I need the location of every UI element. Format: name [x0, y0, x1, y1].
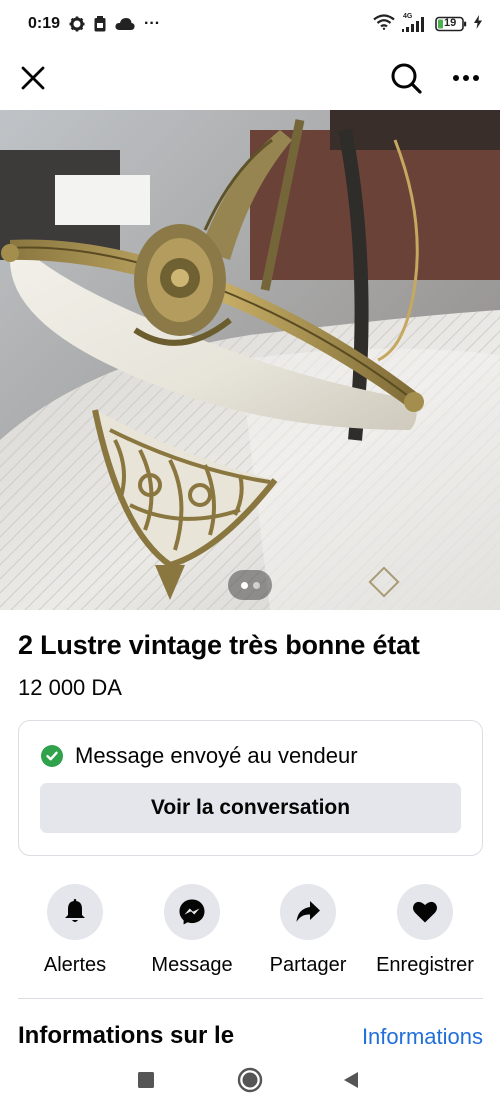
close-icon — [21, 66, 45, 90]
more-icon — [453, 75, 479, 81]
divider — [18, 998, 483, 999]
photo-pager[interactable] — [228, 570, 272, 600]
pager-dot-active — [240, 581, 248, 589]
sim-icon — [94, 16, 106, 32]
alerts-label: Alertes — [43, 954, 107, 976]
save-label: Enregistrer — [376, 954, 474, 976]
status-bar: 0:19 ··· 4G 19 — [0, 0, 500, 48]
battery-icon: 19 — [435, 16, 467, 32]
listing-photo[interactable] — [0, 110, 500, 610]
home-icon — [237, 1067, 263, 1093]
gear-icon — [69, 16, 85, 32]
back-button[interactable] — [336, 1065, 366, 1095]
system-navigation-bar — [0, 1047, 500, 1111]
heart-icon — [412, 901, 438, 923]
share-label: Partager — [269, 954, 347, 976]
wifi-icon — [373, 13, 395, 35]
share-button[interactable]: Partager — [248, 884, 368, 977]
message-status: Message envoyé au vendeur — [41, 743, 358, 769]
listing-price: 12 000 DA — [18, 675, 122, 700]
recent-apps-button[interactable] — [131, 1065, 161, 1095]
cloud-icon — [115, 17, 135, 31]
chandelier-photo — [0, 110, 500, 610]
listing-title: 2 Lustre vintage très bonne état — [18, 630, 420, 660]
message-status-text: Message envoyé au vendeur — [75, 743, 358, 768]
messenger-icon — [179, 899, 205, 925]
section-title: Informations sur le — [18, 1022, 235, 1047]
alerts-button[interactable]: Alertes — [15, 884, 135, 977]
message-button[interactable]: Message — [132, 884, 252, 977]
section-info-link[interactable]: Informations — [362, 1024, 483, 1047]
message-sent-card: Message envoyé au vendeur Voir la conver… — [18, 720, 483, 856]
search-icon — [391, 63, 422, 94]
top-action-bar — [0, 48, 500, 108]
check-circle-icon — [41, 745, 63, 767]
more-button[interactable] — [446, 58, 486, 98]
details-section-header: Informations sur le Informations — [0, 1010, 500, 1047]
signal-icon: 4G — [402, 13, 428, 33]
status-time: 0:19 — [28, 15, 61, 32]
share-icon — [296, 901, 320, 922]
recent-apps-icon — [138, 1072, 154, 1088]
back-icon — [344, 1072, 358, 1088]
search-button[interactable] — [386, 58, 426, 98]
bell-icon — [65, 899, 85, 922]
save-button[interactable]: Enregistrer — [365, 884, 485, 977]
home-button[interactable] — [235, 1065, 265, 1095]
status-more-dots: ··· — [144, 15, 161, 32]
view-conversation-button[interactable]: Voir la conversation — [40, 783, 461, 833]
charging-icon — [474, 14, 482, 34]
listing-actions: Alertes Message Partager Enregistrer — [0, 884, 500, 984]
message-label: Message — [151, 954, 233, 976]
pager-dot — [252, 581, 260, 589]
close-button[interactable] — [13, 58, 53, 98]
